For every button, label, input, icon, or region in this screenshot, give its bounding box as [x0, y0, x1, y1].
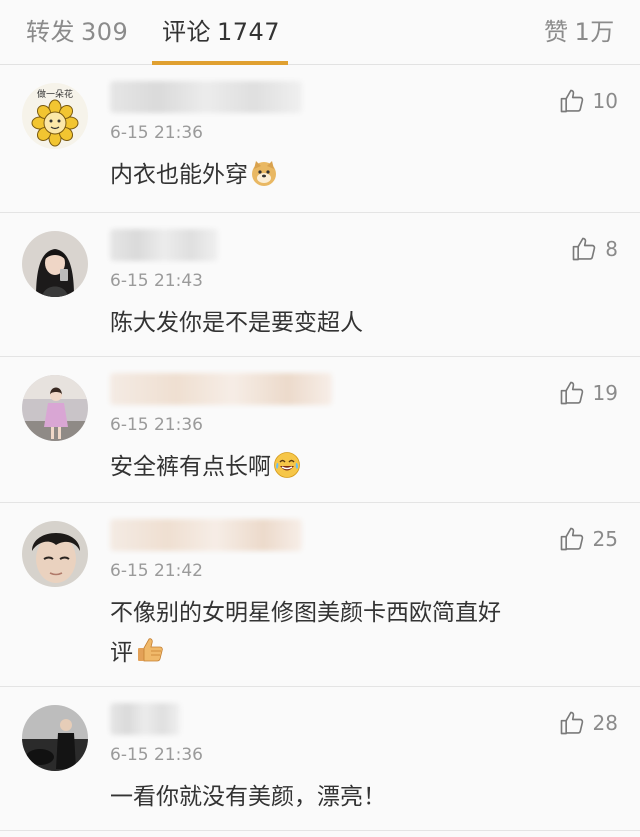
comment-body: 安全裤有点长啊 [110, 454, 271, 480]
avatar[interactable] [22, 231, 88, 297]
tab-reposts[interactable]: 转发 309 [26, 12, 128, 47]
comment-body: 不像别的女明星修图美颜卡西欧简直好 [110, 600, 501, 626]
comment-body: 一看你就没有美颜，漂亮！ [110, 784, 386, 810]
comment-body: 内衣也能外穿 [110, 162, 248, 188]
tab-likes-count: 1万 [574, 18, 615, 46]
like-button[interactable]: 25 [558, 525, 618, 553]
comment-time: 6-15 21:43 [110, 271, 203, 291]
comment-time: 6-15 21:36 [110, 745, 203, 765]
doge-emoji [250, 159, 278, 200]
comment-time: 6-15 21:42 [110, 561, 203, 581]
comment-body-cont: 评 [110, 640, 133, 666]
avatar[interactable] [22, 521, 88, 587]
avatar[interactable] [22, 705, 88, 771]
like-button[interactable]: 28 [558, 709, 618, 737]
comment-item: 6-15 21:42 不像别的女明星修图美颜卡西欧简直好 评 25 [0, 503, 640, 687]
like-count: 28 [592, 711, 618, 735]
comment-tabs: 转发 309 评论 1747 赞 1万 [0, 0, 640, 65]
tab-comments-label: 评论 [162, 18, 211, 46]
tab-likes-label: 赞 [544, 18, 569, 46]
like-count: 25 [592, 527, 618, 551]
thumbs-up-icon [560, 527, 583, 551]
comment-item: 6-15 21:36 一看你就没有美颜，漂亮！ 28 [0, 687, 640, 837]
comment-item: 做一朵花 6-15 21:36 内衣也能外穿 10 [0, 65, 640, 213]
divider [0, 830, 640, 831]
thumbs-up-icon [560, 89, 583, 113]
username-blurred[interactable] [110, 81, 302, 113]
thumbs-up-emoji [135, 635, 165, 678]
comment-item: 6-15 21:43 陈大发你是不是要变超人 8 [0, 213, 640, 357]
tab-likes[interactable]: 赞 1万 [544, 12, 615, 47]
like-count: 8 [605, 237, 618, 261]
like-button[interactable]: 10 [558, 87, 618, 115]
thumbs-up-icon [572, 237, 596, 261]
comment-item: 6-15 21:36 安全裤有点长啊 19 [0, 357, 640, 503]
comment-time: 6-15 21:36 [110, 415, 203, 435]
comment-text: 一看你就没有美颜，漂亮！ [110, 777, 580, 817]
laugh-cry-emoji [273, 451, 301, 492]
username-blurred[interactable] [110, 519, 302, 551]
tab-reposts-label: 转发 [26, 18, 75, 46]
comment-body-line2: 评 [110, 633, 580, 678]
comment-body: 陈大发你是不是要变超人 [110, 310, 363, 336]
like-count: 19 [592, 381, 618, 405]
username-blurred[interactable] [110, 703, 180, 735]
avatar[interactable] [22, 375, 88, 441]
like-button[interactable]: 19 [558, 379, 618, 407]
comment-time: 6-15 21:36 [110, 123, 203, 143]
comment-text: 内衣也能外穿 [110, 155, 580, 200]
avatar-badge-text: 做一朵花 [37, 88, 73, 100]
tab-comments[interactable]: 评论 1747 [162, 12, 280, 47]
like-count: 10 [592, 89, 618, 113]
username-blurred[interactable] [110, 373, 332, 405]
comment-text: 陈大发你是不是要变超人 [110, 303, 580, 343]
comment-text: 安全裤有点长啊 [110, 447, 580, 492]
avatar[interactable]: 做一朵花 [22, 83, 88, 149]
thumbs-up-icon [560, 711, 583, 735]
comment-text: 不像别的女明星修图美颜卡西欧简直好 评 [110, 593, 580, 678]
like-button[interactable]: 8 [570, 235, 618, 263]
username-blurred[interactable] [110, 229, 218, 261]
tab-comments-count: 1747 [217, 18, 281, 46]
tab-reposts-count: 309 [81, 18, 129, 46]
thumbs-up-icon [560, 381, 583, 405]
